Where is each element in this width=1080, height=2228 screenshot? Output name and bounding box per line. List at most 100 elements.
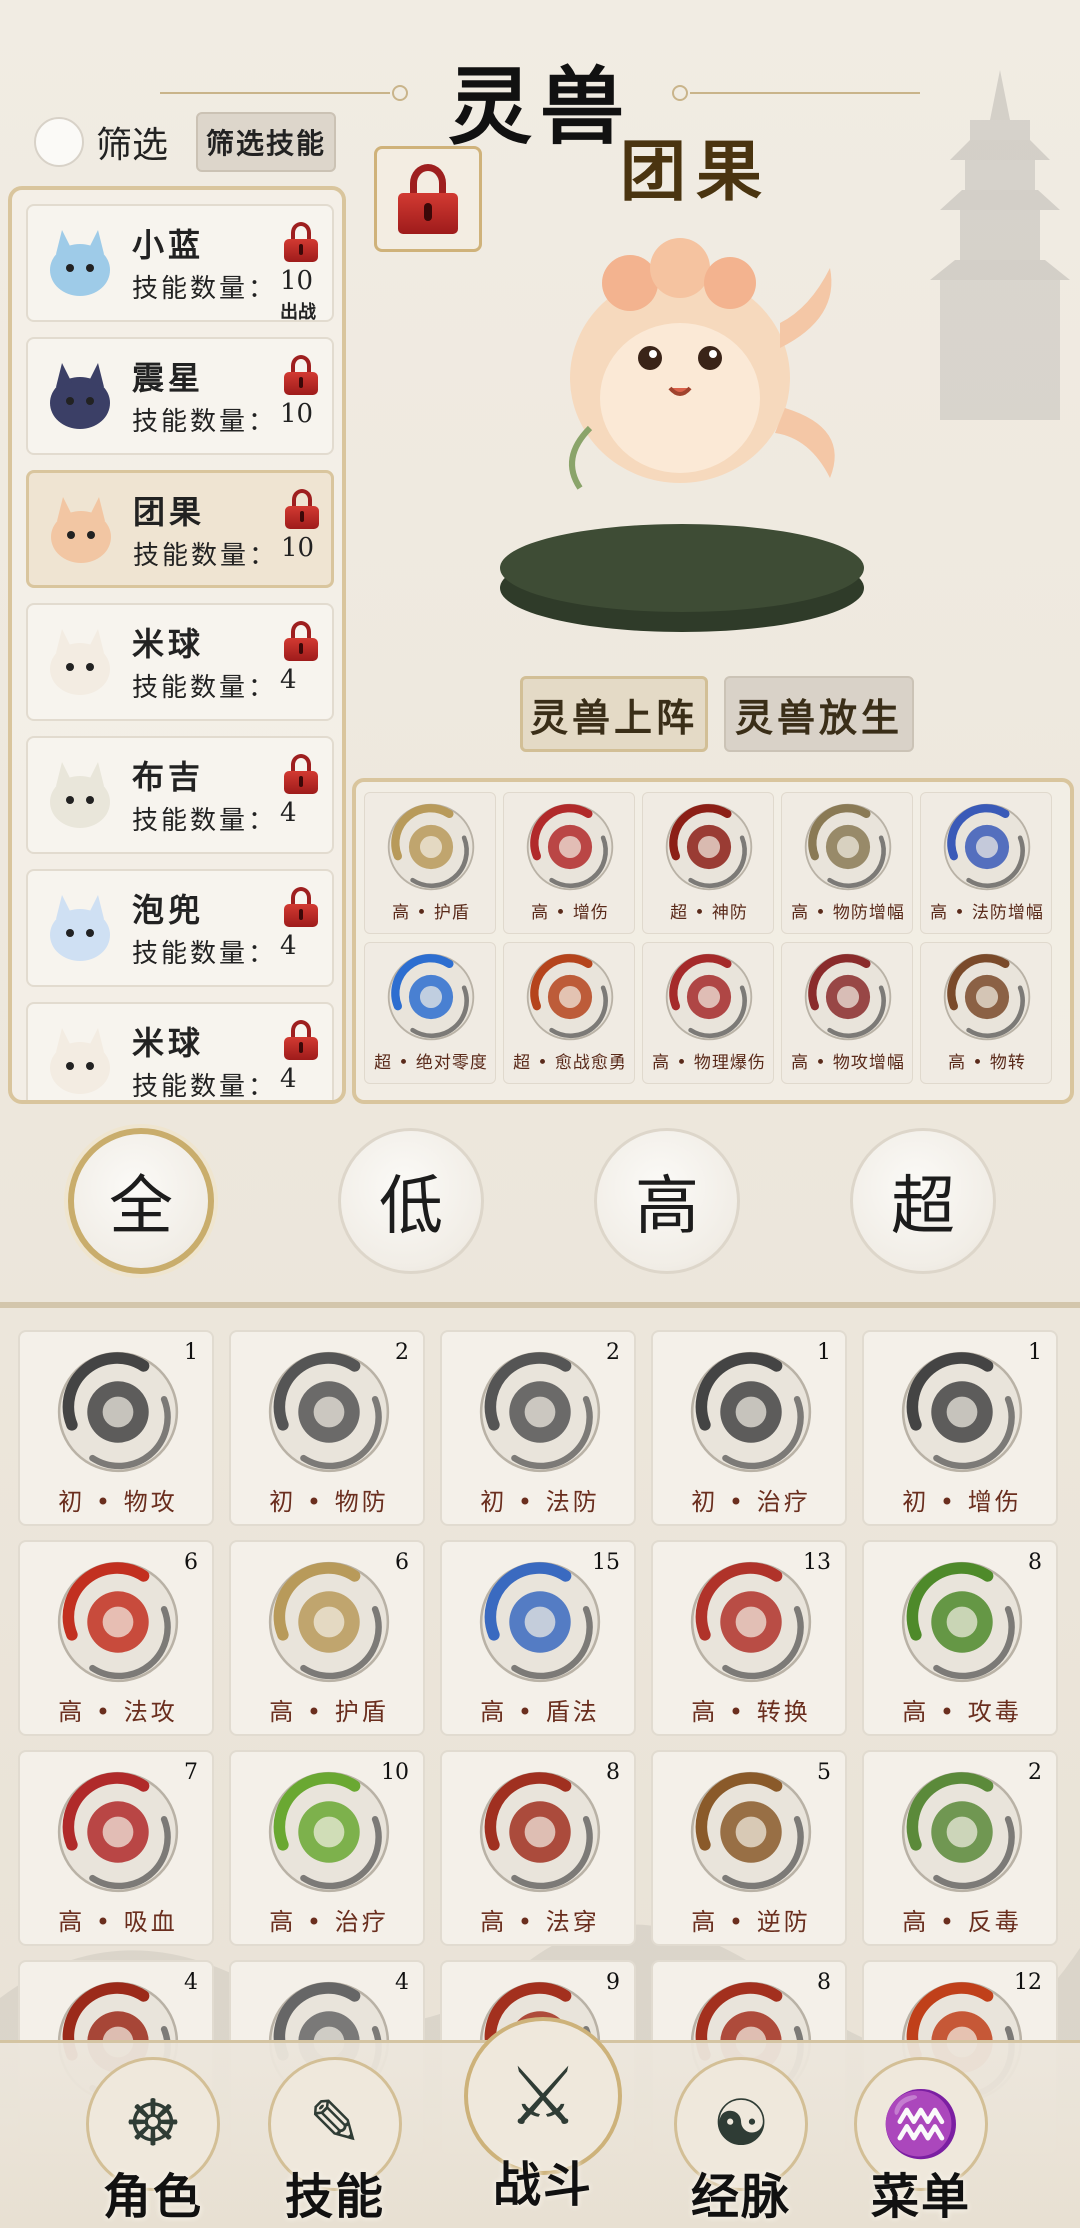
tier-tab[interactable]: 低 (338, 1128, 484, 1274)
release-beast-button[interactable]: 灵兽放生 (724, 676, 914, 752)
deploy-beast-button[interactable]: 灵兽上阵 (520, 676, 708, 752)
filter-radio[interactable] (34, 117, 84, 167)
equipped-skill-slot[interactable]: 高 • 物防增幅 (781, 792, 913, 934)
skill-label: 高 • 护盾 (392, 903, 470, 923)
equipped-skill-slot[interactable]: 高 • 物攻增幅 (781, 942, 913, 1084)
nav-item[interactable]: ☸ 角色 (68, 2057, 238, 2227)
divine-shield-icon (663, 801, 755, 893)
sword-icon (54, 1348, 182, 1476)
beast-avatar (51, 497, 111, 563)
inventory-skill-slot[interactable]: 1 初 • 增伤 (862, 1330, 1058, 1526)
selected-beast-name: 团果 (620, 132, 772, 210)
skill-quantity: 15 (592, 1550, 620, 1575)
swords-icon (802, 951, 894, 1043)
paw-fang-icon (54, 1768, 182, 1896)
blade-burst-icon (663, 951, 755, 1043)
inventory-skill-slot[interactable]: 2 高 • 反毒 (862, 1750, 1058, 1946)
inventory-skill-slot[interactable]: 5 高 • 逆防 (651, 1750, 847, 1946)
inventory-skill-slot[interactable]: 8 高 • 法穿 (440, 1750, 636, 1946)
beast-list-item[interactable]: 团果 技能数量： 10 (26, 470, 334, 588)
inventory-skill-slot[interactable]: 1 初 • 物攻 (18, 1330, 214, 1526)
skill-emblem (804, 803, 892, 891)
beast-figure-image (569, 238, 835, 490)
equipped-skill-slot[interactable]: 高 • 护盾 (364, 792, 496, 934)
skill-emblem (665, 803, 753, 891)
shield-icon (265, 1348, 393, 1476)
skill-label: 高 • 吸血 (58, 1908, 178, 1936)
nav-battle[interactable]: ⚔ 战斗 (448, 2017, 638, 2213)
skill-emblem (479, 1351, 601, 1473)
hex-shield-icon (476, 1348, 604, 1476)
skill-count-value: 4 (280, 1064, 297, 1094)
skill-label: 高 • 攻毒 (902, 1698, 1022, 1726)
beast-avatar (50, 230, 110, 296)
skill-quantity: 8 (817, 1970, 831, 1995)
skill-count-value: 4 (280, 798, 297, 828)
sword-shield-icon (941, 951, 1033, 1043)
title-ornament-line-right (690, 92, 920, 94)
skill-label: 高 • 逆防 (691, 1908, 811, 1936)
skill-label: 超 • 绝对零度 (374, 1053, 488, 1073)
skill-label: 高 • 转换 (691, 1698, 811, 1726)
beast-list-item[interactable]: 布吉 技能数量： 4 (26, 736, 334, 854)
skill-label: 高 • 物转 (948, 1053, 1026, 1073)
arrow-up-icon (898, 1348, 1026, 1476)
inventory-skill-slot[interactable]: 6 高 • 法攻 (18, 1540, 214, 1736)
skill-count-value: 4 (280, 665, 297, 695)
beast-list[interactable]: 小蓝 技能数量： 10 出战 震星 技能数量： 10 团果 技能数量： 10 米球 技能数量： 4 布吉技… (8, 186, 346, 1104)
equipped-skill-slot[interactable]: 超 • 绝对零度 (364, 942, 496, 1084)
skill-emblem (479, 1771, 601, 1893)
equipped-skill-grid: 高 • 护盾 高 • 增伤 超 • 神防 高 • 物防增幅 高 • 法防增幅超 • 绝对… (352, 778, 1074, 1104)
nav-item[interactable]: ☯ 经脉 (656, 2057, 826, 2227)
skill-count-value: 10 (280, 266, 314, 296)
skill-label: 高 • 盾法 (480, 1698, 600, 1726)
reverse-shield-icon (687, 1768, 815, 1896)
skill-label: 初 • 增伤 (902, 1488, 1022, 1516)
skill-count-label: 技能数量： (132, 939, 278, 969)
skill-emblem (479, 1561, 601, 1683)
beast-avatar (50, 762, 110, 828)
filter-bar: 筛选 筛选技能 (34, 112, 337, 172)
heart-icon (265, 1768, 393, 1896)
beast-avatar (50, 363, 110, 429)
beast-list-item[interactable]: 泡兜 技能数量： 4 (26, 869, 334, 987)
nav-item[interactable]: ♒ 菜单 (836, 2057, 1006, 2227)
equipped-skill-slot[interactable]: 高 • 物转 (920, 942, 1052, 1084)
beast-list-item[interactable]: 米球 技能数量： 4 (26, 603, 334, 721)
inventory-skill-slot[interactable]: 2 初 • 物防 (229, 1330, 425, 1526)
inventory-skill-slot[interactable]: 2 初 • 法防 (440, 1330, 636, 1526)
equipped-skill-slot[interactable]: 高 • 物理爆伤 (642, 942, 774, 1084)
nav-item[interactable]: ✎ 技能 (250, 2057, 420, 2227)
equipped-skill-slot[interactable]: 高 • 法防增幅 (920, 792, 1052, 934)
skill-label: 高 • 法攻 (58, 1698, 178, 1726)
inventory-skill-slot[interactable]: 13 高 • 转换 (651, 1540, 847, 1736)
inventory-skill-slot[interactable]: 15 高 • 盾法 (440, 1540, 636, 1736)
inventory-skill-slot[interactable]: 7 高 • 吸血 (18, 1750, 214, 1946)
swap-icon (687, 1558, 815, 1686)
inventory-skill-slot[interactable]: 6 高 • 护盾 (229, 1540, 425, 1736)
shield-icon (385, 801, 477, 893)
tier-tab[interactable]: 超 (850, 1128, 996, 1274)
equipped-skill-slot[interactable]: 高 • 增伤 (503, 792, 635, 934)
skill-emblem (943, 803, 1031, 891)
filter-skills-button[interactable]: 筛选技能 (196, 112, 337, 172)
beast-list-item[interactable]: 米球 技能数量： 4 (26, 1002, 334, 1100)
lock-icon (284, 222, 318, 262)
skill-quantity: 8 (1028, 1550, 1042, 1575)
inventory-skill-slot[interactable]: 1 初 • 治疗 (651, 1330, 847, 1526)
skill-label: 初 • 物防 (269, 1488, 389, 1516)
magic-shield-icon (476, 1558, 604, 1686)
beast-list-item[interactable]: 小蓝 技能数量： 10 出战 (26, 204, 334, 323)
lock-toggle-button[interactable] (374, 146, 482, 252)
inventory-skill-slot[interactable]: 8 高 • 攻毒 (862, 1540, 1058, 1736)
tier-tab[interactable]: 高 (594, 1128, 740, 1274)
skill-count-label: 技能数量： (132, 673, 278, 703)
skill-label: 高 • 反毒 (902, 1908, 1022, 1936)
beast-list-item[interactable]: 震星 技能数量： 10 (26, 337, 334, 455)
equipped-skill-slot[interactable]: 超 • 神防 (642, 792, 774, 934)
section-divider (0, 1302, 1080, 1308)
inventory-skill-slot[interactable]: 10 高 • 治疗 (229, 1750, 425, 1946)
tier-tab[interactable]: 全 (68, 1128, 214, 1274)
skill-emblem (901, 1771, 1023, 1893)
equipped-skill-slot[interactable]: 超 • 愈战愈勇 (503, 942, 635, 1084)
